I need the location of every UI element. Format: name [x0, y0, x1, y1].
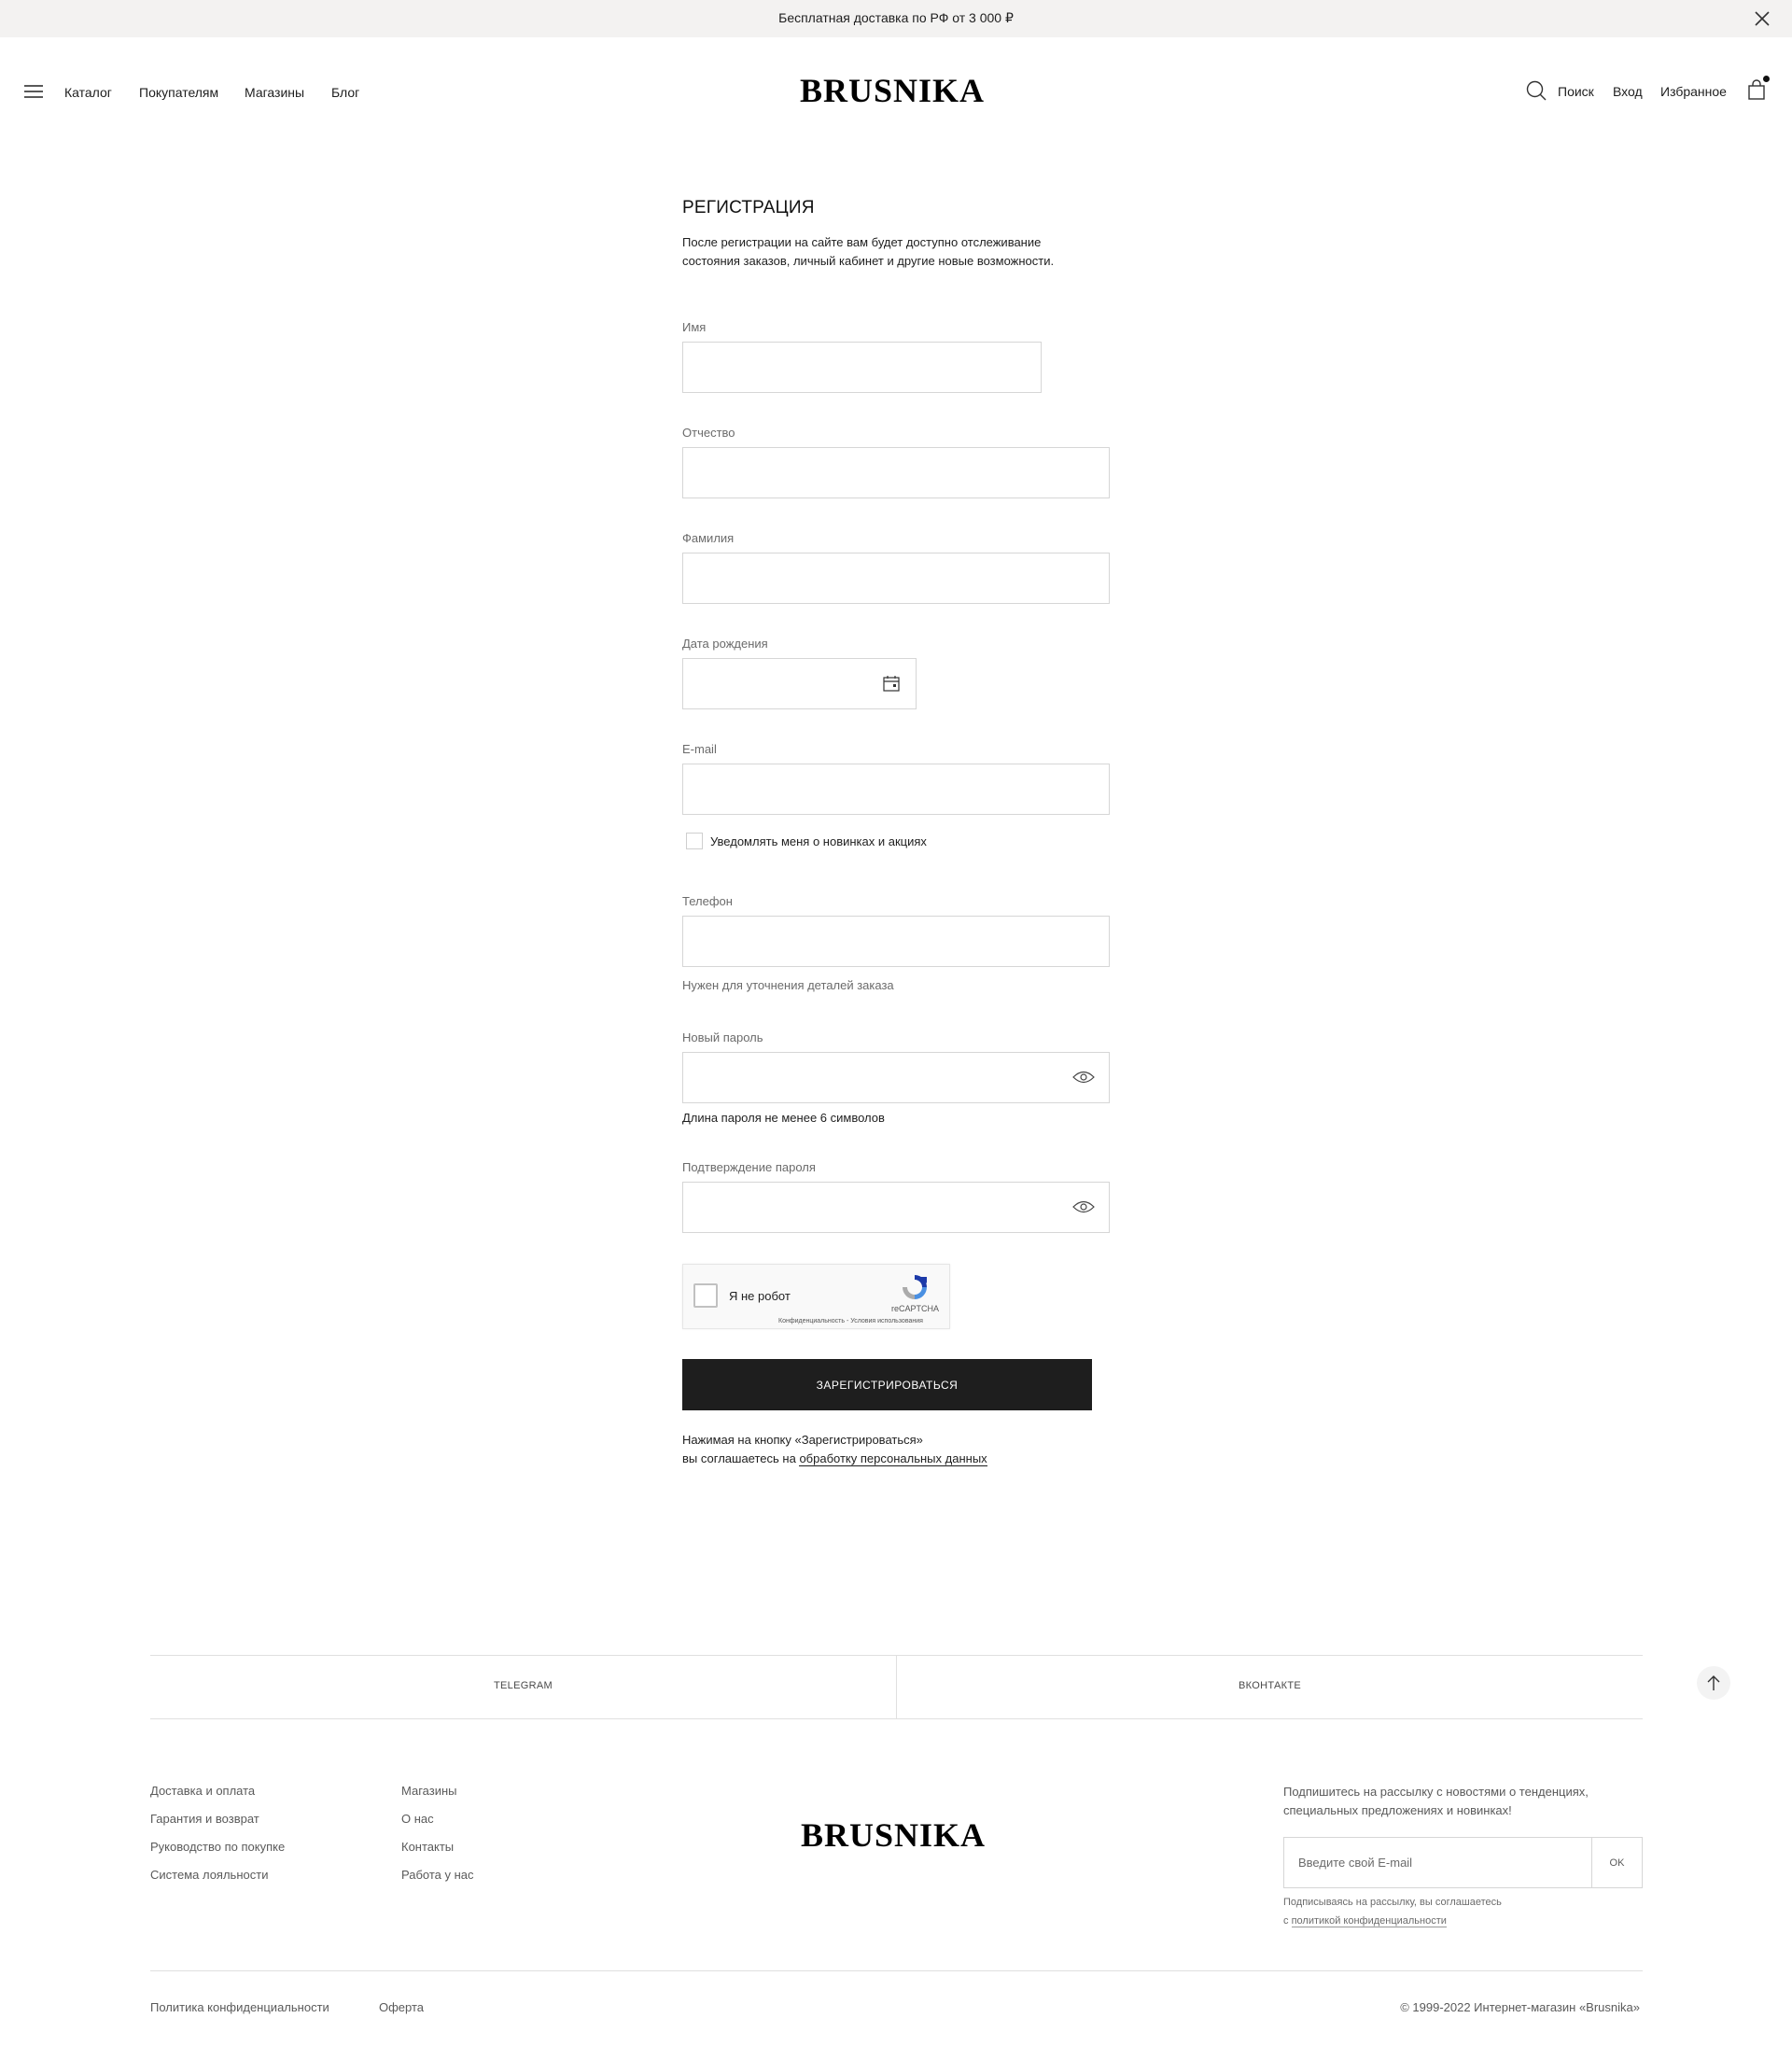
recaptcha-brand: reCAPTCHA — [891, 1304, 940, 1313]
cart-icon[interactable] — [1748, 79, 1765, 105]
page-title: РЕГИСТРАЦИЯ — [682, 198, 815, 217]
newsletter-submit-button[interactable]: OK — [1591, 1837, 1643, 1888]
agreement-text: Нажимая на кнопку «Зарегистрироваться» в… — [682, 1431, 987, 1468]
calendar-icon[interactable] — [883, 675, 900, 696]
newsletter-email-input[interactable] — [1283, 1837, 1591, 1888]
newsletter-note-line-1: Подписываясь на рассылку, вы соглашаетес… — [1283, 1897, 1502, 1908]
footer-link-delivery[interactable]: Доставка и оплата — [150, 1784, 255, 1798]
cart-indicator-dot — [1763, 76, 1770, 82]
login-link[interactable]: Вход — [1613, 84, 1643, 99]
brand-logo[interactable]: BRUSNIKA — [800, 71, 985, 110]
password-confirm-field[interactable] — [682, 1182, 1110, 1233]
announcement-text: Бесплатная доставка по РФ от 3 000 ₽ — [778, 10, 1014, 25]
footer-divider — [150, 1970, 1643, 1971]
footer-link-contacts[interactable]: Контакты — [401, 1840, 454, 1854]
patronymic-field[interactable] — [682, 447, 1110, 498]
first-name-label: Имя — [682, 320, 707, 334]
nav-stores[interactable]: Магазины — [245, 85, 304, 100]
newsletter-note-line-2: с политикой конфиденциальности — [1283, 1912, 1502, 1930]
privacy-policy-link[interactable]: политикой конфиденциальности — [1291, 1915, 1447, 1927]
favorites-link[interactable]: Избранное — [1660, 84, 1727, 99]
agreement-line-1: Нажимая на кнопку «Зарегистрироваться» — [682, 1433, 923, 1447]
phone-hint: Нужен для уточнения деталей заказа — [682, 978, 894, 992]
scroll-to-top-button[interactable] — [1697, 1666, 1730, 1700]
footer-link-about[interactable]: О нас — [401, 1812, 434, 1826]
first-name-field[interactable] — [682, 342, 1042, 393]
phone-field[interactable] — [682, 916, 1110, 967]
close-icon[interactable] — [1753, 9, 1771, 28]
newsletter-note: Подписываясь на рассылку, вы соглашаетес… — [1283, 1893, 1502, 1930]
password-label: Новый пароль — [682, 1030, 763, 1044]
birth-date-label: Дата рождения — [682, 637, 768, 651]
last-name-field[interactable] — [682, 553, 1110, 604]
subscribe-checkbox[interactable] — [686, 833, 703, 849]
nav-customers[interactable]: Покупателям — [139, 85, 218, 100]
password-field[interactable] — [682, 1052, 1110, 1103]
vk-link[interactable]: ВКОНТАКТЕ — [897, 1680, 1643, 1691]
eye-icon[interactable] — [1072, 1071, 1095, 1088]
search-link[interactable]: Поиск — [1558, 84, 1594, 99]
register-button[interactable]: ЗАРЕГИСТРИРОВАТЬСЯ — [682, 1359, 1092, 1410]
phone-label: Телефон — [682, 894, 733, 908]
recaptcha-widget: Я не робот reCAPTCHA Конфиденциальность … — [682, 1264, 950, 1329]
recaptcha-label: Я не робот — [729, 1289, 791, 1303]
password-hint: Длина пароля не менее 6 символов — [682, 1111, 885, 1125]
footer-offer-link[interactable]: Оферта — [379, 2000, 424, 2014]
social-bottom-divider — [150, 1718, 1643, 1719]
nav-catalog[interactable]: Каталог — [64, 85, 112, 100]
newsletter-text: Подпишитесь на рассылку с новостями о те… — [1283, 1785, 1589, 1817]
recaptcha-logo-icon — [900, 1272, 930, 1302]
recaptcha-links[interactable]: Конфиденциальность - Условия использован… — [778, 1318, 923, 1324]
copyright-text: © 1999-2022 Интернет-магазин «Brusnika» — [1400, 2000, 1640, 2014]
newsletter-note-prefix: с — [1283, 1915, 1289, 1927]
arrow-up-icon — [1707, 1675, 1720, 1690]
search-icon[interactable] — [1526, 80, 1547, 105]
page-description: После регистрации на сайте вам будет дос… — [682, 235, 1055, 268]
footer-link-careers[interactable]: Работа у нас — [401, 1868, 474, 1882]
footer-link-loyalty[interactable]: Система лояльности — [150, 1868, 268, 1882]
agreement-prefix: вы соглашаетесь на — [682, 1451, 796, 1465]
last-name-label: Фамилия — [682, 531, 735, 545]
footer-link-stores[interactable]: Магазины — [401, 1784, 457, 1798]
email-field[interactable] — [682, 764, 1110, 815]
email-label: E-mail — [682, 742, 717, 756]
password-confirm-label: Подтверждение пароля — [682, 1160, 816, 1174]
telegram-link[interactable]: TELEGRAM — [150, 1680, 896, 1691]
nav-blog[interactable]: Блог — [331, 85, 359, 100]
site-header: Каталог Покупателям Магазины Блог BRUSNI… — [0, 37, 1792, 146]
footer-link-guide[interactable]: Руководство по покупке — [150, 1840, 285, 1854]
footer-link-warranty[interactable]: Гарантия и возврат — [150, 1812, 259, 1826]
agreement-line-2: вы соглашаетесь на обработку персональны… — [682, 1450, 987, 1468]
recaptcha-checkbox[interactable] — [693, 1283, 718, 1308]
footer-privacy-link[interactable]: Политика конфиденциальности — [150, 2000, 329, 2014]
footer-logo[interactable]: BRUSNIKA — [801, 1815, 986, 1855]
announcement-bar: Бесплатная доставка по РФ от 3 000 ₽ — [0, 0, 1792, 37]
birth-date-field[interactable] — [682, 658, 917, 709]
patronymic-label: Отчество — [682, 426, 735, 440]
personal-data-link[interactable]: обработку персональных данных — [799, 1451, 987, 1466]
menu-icon[interactable] — [24, 84, 43, 99]
subscribe-checkbox-label: Уведомлять меня о новинках и акциях — [710, 834, 927, 848]
eye-icon[interactable] — [1072, 1200, 1095, 1218]
